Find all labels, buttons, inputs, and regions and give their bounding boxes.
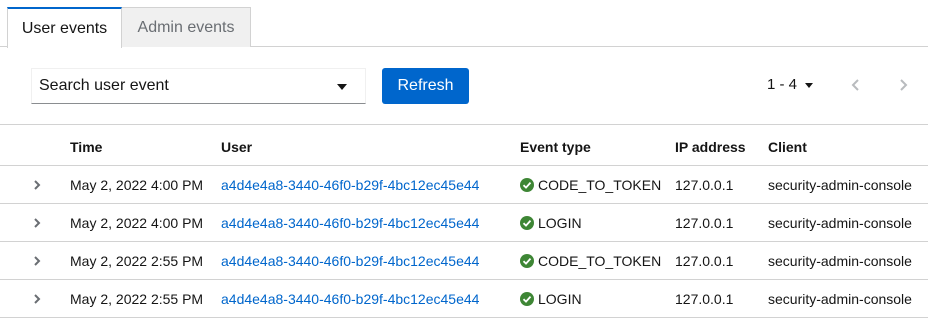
caret-down-icon — [337, 84, 347, 90]
header-time[interactable]: Time — [70, 139, 102, 155]
chevron-left-icon[interactable] — [848, 76, 864, 94]
refresh-button[interactable]: Refresh — [382, 68, 469, 104]
cell-client: security-admin-console — [768, 291, 912, 307]
cell-user-link[interactable]: a4d4e4a8-3440-46f0-b29f-4bc12ec45e44 — [221, 177, 479, 193]
chevron-right-icon[interactable] — [31, 216, 43, 230]
cell-user-link[interactable]: a4d4e4a8-3440-46f0-b29f-4bc12ec45e44 — [221, 215, 479, 231]
chevron-right-icon[interactable] — [31, 292, 43, 306]
cell-client: security-admin-console — [768, 215, 912, 231]
search-placeholder: Search user event — [39, 77, 169, 94]
header-ip-address[interactable]: IP address — [675, 139, 746, 155]
check-circle-icon — [520, 292, 534, 306]
table-row: May 2, 2022 2:55 PM a4d4e4a8-3440-46f0-b… — [0, 242, 928, 280]
chevron-right-icon[interactable] — [895, 76, 911, 94]
table-row: May 2, 2022 2:55 PM a4d4e4a8-3440-46f0-b… — [0, 280, 928, 318]
table-header: Time User Event type IP address Client — [0, 124, 928, 166]
cell-ip-address: 127.0.0.1 — [675, 253, 734, 269]
cell-event-type: CODE_TO_TOKEN — [538, 253, 662, 269]
cell-ip-address: 127.0.0.1 — [675, 215, 734, 231]
cell-time: May 2, 2022 4:00 PM — [70, 215, 204, 231]
cell-event-type: LOGIN — [538, 291, 582, 307]
cell-time: May 2, 2022 2:55 PM — [70, 253, 204, 269]
check-circle-icon — [520, 178, 534, 192]
pagination-caret-icon[interactable] — [805, 83, 813, 88]
cell-ip-address: 127.0.0.1 — [675, 291, 734, 307]
header-client[interactable]: Client — [768, 139, 807, 155]
cell-user-link[interactable]: a4d4e4a8-3440-46f0-b29f-4bc12ec45e44 — [221, 291, 479, 307]
cell-user-link[interactable]: a4d4e4a8-3440-46f0-b29f-4bc12ec45e44 — [221, 253, 479, 269]
chevron-right-icon[interactable] — [31, 254, 43, 268]
check-circle-icon — [520, 254, 534, 268]
table-row: May 2, 2022 4:00 PM a4d4e4a8-3440-46f0-b… — [0, 204, 928, 242]
cell-event-type: LOGIN — [538, 215, 582, 231]
cell-client: security-admin-console — [768, 177, 912, 193]
cell-event-type: CODE_TO_TOKEN — [538, 177, 662, 193]
cell-time: May 2, 2022 4:00 PM — [70, 177, 204, 193]
header-user[interactable]: User — [221, 139, 252, 155]
cell-time: May 2, 2022 2:55 PM — [70, 291, 204, 307]
chevron-right-icon[interactable] — [31, 178, 43, 192]
event-tabs: User events Admin events — [0, 0, 928, 48]
tab-user-events[interactable]: User events — [7, 7, 122, 48]
cell-client: security-admin-console — [768, 253, 912, 269]
header-event-type[interactable]: Event type — [520, 139, 591, 155]
check-circle-icon — [520, 216, 534, 230]
table-row: May 2, 2022 4:00 PM a4d4e4a8-3440-46f0-b… — [0, 166, 928, 204]
search-user-event-dropdown[interactable]: Search user event — [31, 68, 366, 104]
tab-admin-events[interactable]: Admin events — [122, 7, 251, 47]
cell-ip-address: 127.0.0.1 — [675, 177, 734, 193]
pagination-range[interactable]: 1 - 4 — [767, 76, 797, 93]
